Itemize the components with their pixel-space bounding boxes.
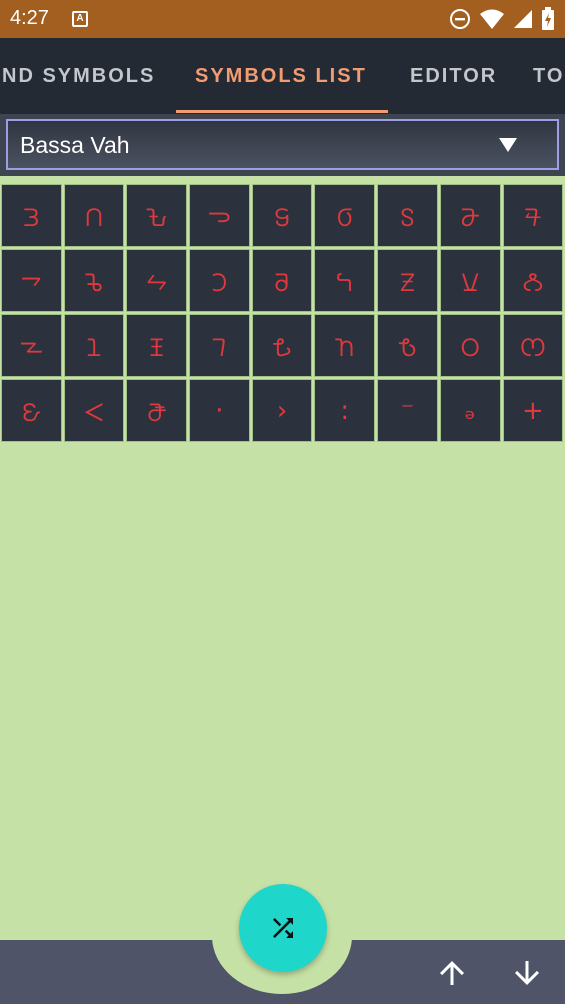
symbol-cell[interactable]: 𖫞 [314,249,376,312]
status-time: 4:27 [10,7,49,29]
symbol-cell[interactable]: 𖫒 [126,184,188,247]
symbol-cell[interactable]: ꞉ [314,379,376,442]
symbol-cell[interactable]: 𖫩 [439,314,501,377]
symbol-cell[interactable]: 𖫣 [63,314,125,377]
symbol-cell[interactable]: 𖫛 [126,249,188,312]
symbol-cell[interactable]: ⁻ [377,379,438,442]
symbol-cell[interactable]: 𖫡 [502,249,564,312]
symbol-cell[interactable]: 𖫦 [251,314,313,377]
symbol-cell[interactable]: 𖫟 [377,249,438,312]
status-icons [449,6,555,32]
notification-a-icon: A [72,11,88,27]
tab-and-symbols[interactable]: ND SYMBOLS [2,38,155,114]
arrow-down-icon [515,961,539,985]
symbol-cell[interactable]: · [189,379,250,442]
script-dropdown[interactable]: Bassa Vah [6,119,559,170]
tab-symbols-list[interactable]: SYMBOLS LIST [195,38,367,114]
scroll-up-button[interactable] [434,955,470,991]
symbol-cell[interactable]: 𖫑 [63,184,125,247]
symbol-cell[interactable]: 𖫫 [1,379,62,442]
shuffle-icon [273,918,293,938]
signal-icon [514,10,532,28]
symbol-cell[interactable]: 𖫗 [439,184,501,247]
symbol-cell[interactable]: 𖫬 [63,379,125,442]
arrow-up-icon [440,961,464,985]
tab-to[interactable]: TO [533,38,564,114]
status-bar: 4:27 A [0,0,565,38]
symbol-cell[interactable]: 𖫠 [439,249,501,312]
symbol-cell[interactable]: + [502,379,564,442]
tab-editor[interactable]: EDITOR [410,38,497,114]
symbol-cell[interactable]: 𖫢 [1,314,62,377]
wifi-icon [480,9,504,29]
active-tab-indicator [176,110,388,113]
symbol-cell[interactable]: ₔ [439,379,501,442]
script-selector-area: Bassa Vah [0,114,565,176]
symbol-cell[interactable]: 𖫝 [251,249,313,312]
symbol-cell[interactable]: 𖫖 [377,184,438,247]
symbol-cell[interactable]: 𖫪 [502,314,564,377]
symbol-cell[interactable]: 𖫤 [126,314,188,377]
symbol-cell[interactable]: 𖫭 [126,379,188,442]
symbol-cell[interactable]: 𖫜 [189,249,250,312]
symbol-cell[interactable]: 𖫧 [314,314,376,377]
symbol-cell[interactable]: 𖫕 [314,184,376,247]
shuffle-button[interactable] [239,884,327,972]
scroll-down-button[interactable] [509,955,545,991]
symbol-cell[interactable]: 𖫚 [63,249,125,312]
symbol-cell[interactable]: 𖫨 [377,314,438,377]
dropdown-arrow-icon [499,138,517,152]
symbol-cell[interactable]: 𖫙 [1,249,62,312]
symbol-cell[interactable]: 𖫓 [189,184,250,247]
symbol-cell[interactable]: 𖫐 [1,184,62,247]
battery-charging-icon [542,7,554,30]
symbol-cell[interactable]: 𖫥 [189,314,250,377]
do-not-disturb-icon [450,9,470,29]
script-dropdown-value: Bassa Vah [20,132,130,158]
symbol-cell[interactable]: › [251,379,313,442]
symbols-grid: 𖫐 𖫑 𖫒 𖫓 𖫔 𖫕 𖫖 𖫗 𖫘 𖫙 𖫚 𖫛 𖫜 𖫝 𖫞 𖫟 𖫠 𖫡 𖫢 𖫣 𖫤 𖫥 𖫦 𖫧 𖫨 𖫩 𖫪 𖫫 𖫬 𖫭 · › ꞉ ⁻ ₔ + [0,183,565,443]
symbol-cell[interactable]: 𖫔 [251,184,313,247]
symbol-cell[interactable]: 𖫘 [502,184,564,247]
tab-bar: ND SYMBOLS SYMBOLS LIST EDITOR TO [0,38,565,114]
